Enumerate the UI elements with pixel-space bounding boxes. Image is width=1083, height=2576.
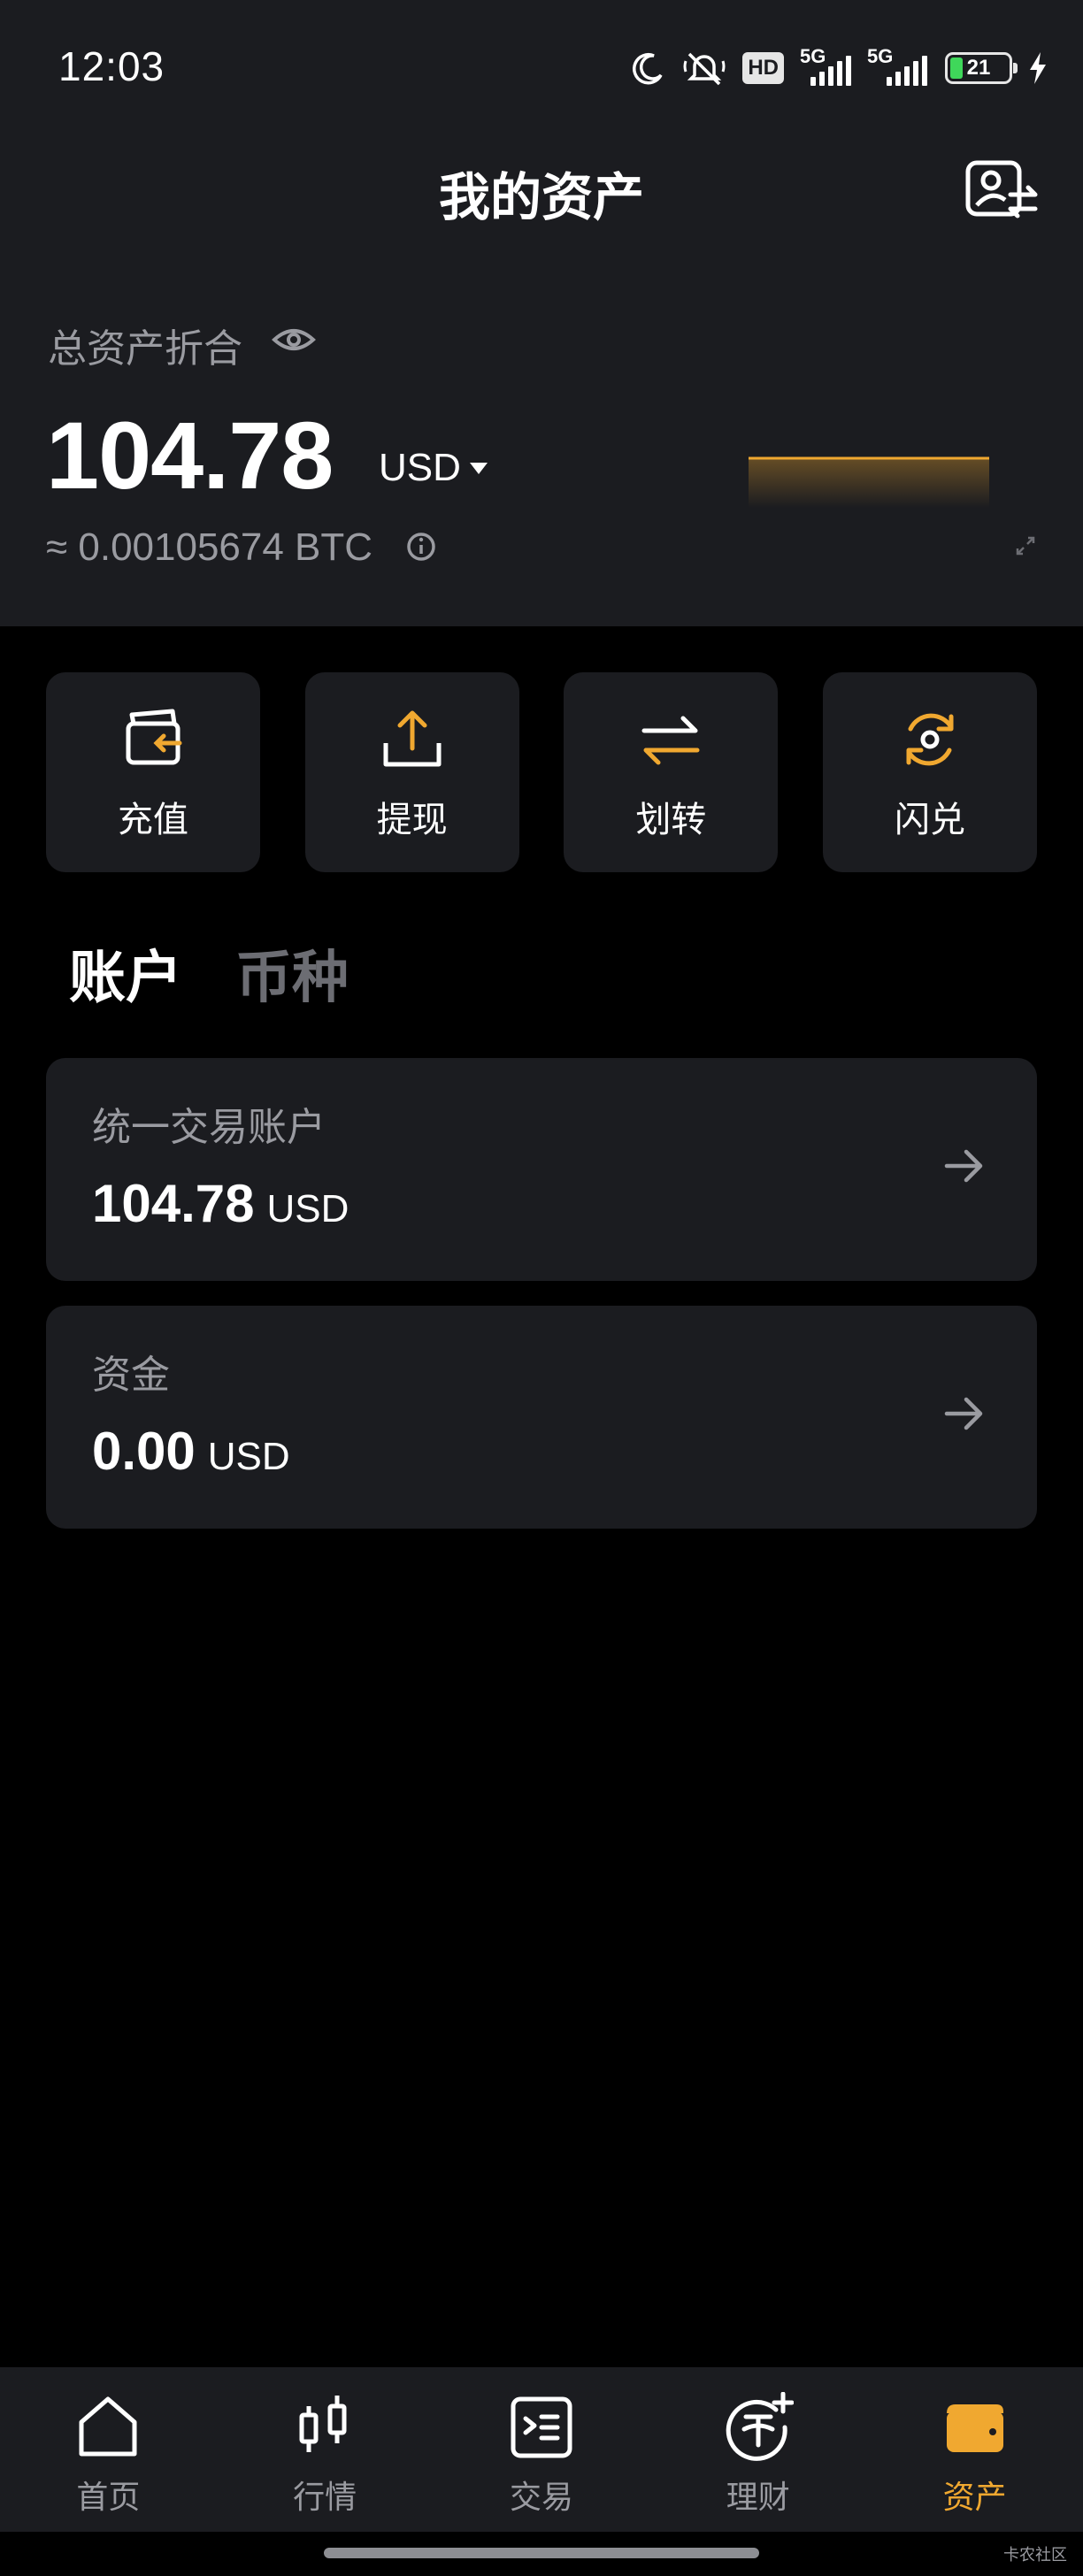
account-name: 资金 <box>92 1353 170 1397</box>
network-label: 5G <box>800 45 826 67</box>
wallet-icon <box>946 2404 1003 2452</box>
caret-down-icon <box>469 462 488 474</box>
deposit-button[interactable]: 充值 <box>46 672 260 872</box>
balance-sparkline <box>749 456 989 508</box>
candlestick-icon <box>299 2396 347 2452</box>
assets-screen: 12:03 HD 5G 5G 21 我的资产 总资产折合 104.78 USD … <box>0 0 1083 2576</box>
nav-trade[interactable]: 交易 <box>444 2367 639 2532</box>
info-icon[interactable] <box>405 531 437 563</box>
profile-switch-icon[interactable] <box>964 159 1041 221</box>
battery-icon: 21 <box>945 52 1018 84</box>
signal-icon: 5G <box>867 45 929 86</box>
action-label: 充值 <box>118 801 188 840</box>
transfer-icon <box>641 716 700 765</box>
arrow-right-icon <box>944 1149 983 1183</box>
quick-actions: 充值 提现 划转 闪兑 <box>46 672 1037 872</box>
tab-currencies[interactable]: 币种 <box>235 932 349 1014</box>
total-assets-label: 总资产折合 <box>48 327 242 371</box>
tab-accounts[interactable]: 账户 <box>69 932 182 1014</box>
action-label: 划转 <box>635 801 707 840</box>
action-label: 提现 <box>376 801 448 840</box>
expand-icon[interactable] <box>1014 534 1037 557</box>
withdraw-button[interactable]: 提现 <box>304 672 519 872</box>
nav-home[interactable]: 首页 <box>11 2367 205 2532</box>
btc-equivalent: ≈ 0.00105674 BTC <box>46 525 373 569</box>
bottom-nav: 首页 行情 交易 理财 资产 <box>0 2367 1083 2532</box>
moon-icon <box>633 52 663 85</box>
status-bar: 12:03 HD 5G 5G 21 <box>0 0 1083 133</box>
nav-earn[interactable]: 理财 <box>661 2367 856 2532</box>
status-time: 12:03 <box>58 43 165 89</box>
currency-select[interactable]: USD <box>379 446 488 490</box>
nav-label: 交易 <box>509 2479 573 2515</box>
transfer-button[interactable]: 划转 <box>564 672 779 872</box>
flash-exchange-icon <box>906 713 954 766</box>
earn-icon <box>726 2392 794 2461</box>
hd-icon: HD <box>742 52 784 84</box>
action-label: 闪兑 <box>894 801 965 840</box>
account-unit: USD <box>207 1435 290 1478</box>
home-indicator[interactable] <box>324 2548 759 2558</box>
nav-label: 资产 <box>942 2479 1007 2515</box>
nav-assets[interactable]: 资产 <box>878 2367 1072 2532</box>
account-value: 104.78 <box>92 1174 255 1233</box>
asset-tabs: 账户 币种 <box>69 932 349 1014</box>
total-assets-value: 104.78 <box>46 402 334 509</box>
account-card-unified-trading[interactable]: 统一交易账户 104.78 USD <box>46 1058 1037 1281</box>
mute-bell-icon <box>683 52 726 86</box>
account-unit: USD <box>266 1187 349 1230</box>
account-card-funding[interactable]: 资金 0.00 USD <box>46 1306 1037 1529</box>
home-icon <box>79 2396 137 2457</box>
nav-label: 行情 <box>293 2479 357 2515</box>
nav-label: 理财 <box>726 2479 790 2515</box>
account-balance: 0.00 USD <box>92 1421 290 1482</box>
account-value: 0.00 <box>92 1422 196 1481</box>
currency-label: USD <box>379 446 461 489</box>
deposit-icon <box>126 709 182 765</box>
charging-bolt-icon <box>1030 52 1046 84</box>
status-icons: HD 5G 5G 21 <box>631 45 1048 90</box>
trade-icon <box>511 2396 572 2458</box>
signal-icon: 5G <box>800 45 851 86</box>
battery-level: 21 <box>966 56 991 80</box>
watermark: 卡农社区 <box>1003 2546 1067 2564</box>
account-balance: 104.78 USD <box>92 1173 349 1234</box>
account-name: 统一交易账户 <box>92 1106 326 1149</box>
network-label: 5G <box>867 45 894 67</box>
nav-label: 首页 <box>76 2479 141 2515</box>
arrow-right-icon <box>944 1397 983 1430</box>
eye-icon[interactable] <box>271 322 317 357</box>
page-title: 我的资产 <box>438 169 644 226</box>
withdraw-icon <box>383 710 442 767</box>
flash-exchange-button[interactable]: 闪兑 <box>822 672 1037 872</box>
nav-markets[interactable]: 行情 <box>227 2367 422 2532</box>
